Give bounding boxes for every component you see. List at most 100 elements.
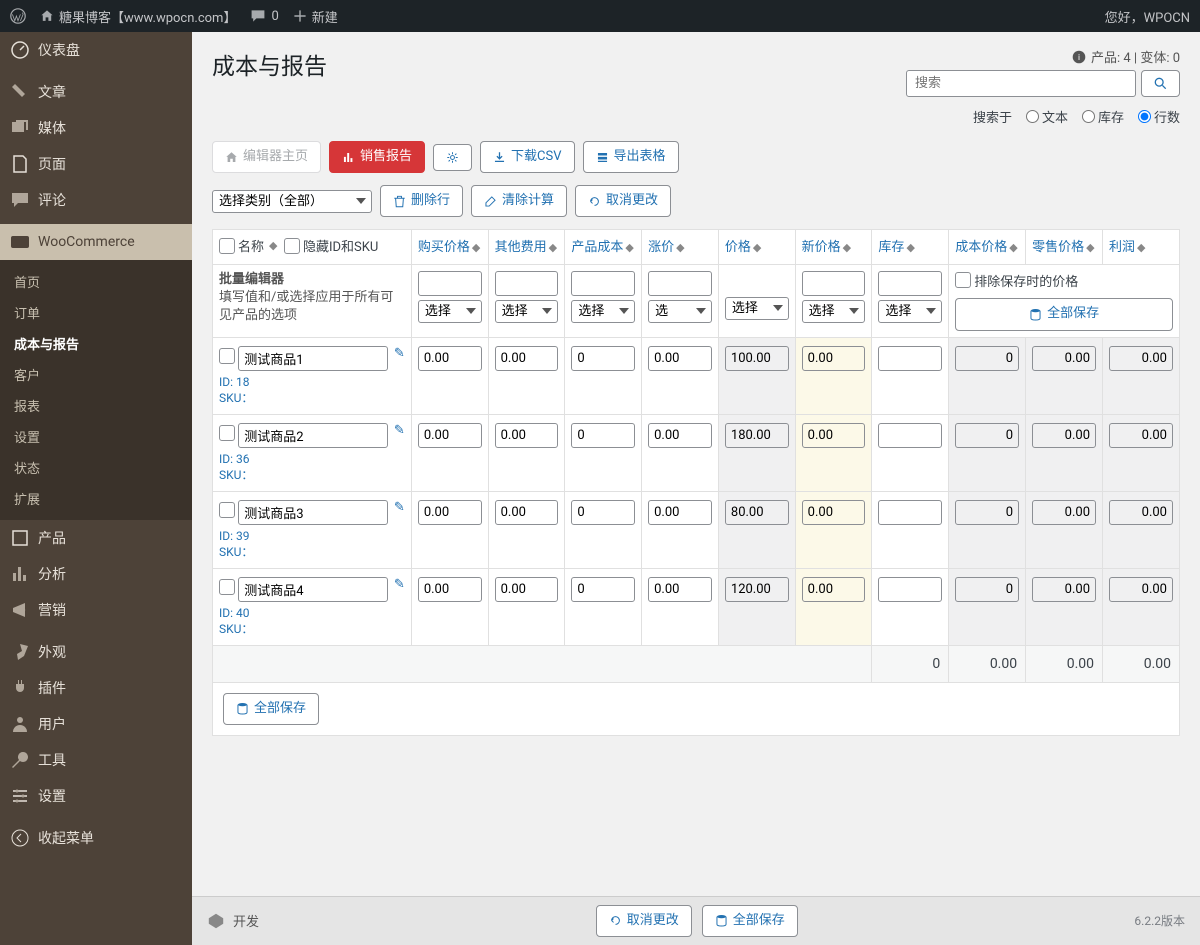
settings-button[interactable]: [433, 144, 472, 171]
site-link[interactable]: 糖果博客【www.wpocn.com】: [40, 7, 236, 26]
markup-input[interactable]: [648, 500, 712, 525]
price-input[interactable]: [725, 346, 789, 371]
sales-report-button[interactable]: 销售报告: [329, 141, 425, 173]
th-profit[interactable]: 利润◆: [1103, 230, 1180, 265]
sidebar-products[interactable]: 产品: [0, 520, 192, 556]
new-price-input[interactable]: [802, 577, 866, 602]
comments-link[interactable]: 0: [250, 8, 278, 24]
stock-input[interactable]: [878, 500, 942, 525]
th-stock[interactable]: 库存◆: [872, 230, 949, 265]
th-purchase-price[interactable]: 购买价格◆: [411, 230, 488, 265]
other-cost-input[interactable]: [495, 346, 559, 371]
sidebar-woocommerce[interactable]: WooCommerce: [0, 224, 192, 260]
new-link[interactable]: 新建: [293, 7, 338, 26]
editor-home-button[interactable]: 编辑器主页: [212, 141, 321, 173]
sidebar-users[interactable]: 用户: [0, 706, 192, 742]
sidebar-comments[interactable]: 评论: [0, 182, 192, 218]
footer-save-all-button[interactable]: 全部保存: [223, 693, 319, 725]
woo-cost-reports[interactable]: 成本与报告: [0, 328, 192, 359]
woo-status[interactable]: 状态: [0, 452, 192, 483]
product-name-input[interactable]: [238, 577, 388, 602]
woo-reports[interactable]: 报表: [0, 390, 192, 421]
new-price-input[interactable]: [802, 423, 866, 448]
product-cost-input[interactable]: [571, 346, 635, 371]
bulk-other-input[interactable]: [495, 271, 559, 296]
radio-text[interactable]: 文本: [1026, 107, 1068, 126]
bulk-markup-select[interactable]: 选: [648, 300, 712, 323]
bulk-newprice-select[interactable]: 选择: [802, 300, 866, 323]
bulk-other-select[interactable]: 选择: [495, 300, 559, 323]
export-table-button[interactable]: 导出表格: [583, 141, 679, 173]
clear-calc-button[interactable]: 清除计算: [471, 185, 567, 217]
product-cost-input[interactable]: [571, 423, 635, 448]
price-input[interactable]: [725, 577, 789, 602]
markup-input[interactable]: [648, 346, 712, 371]
row-check[interactable]: [219, 579, 235, 595]
sidebar-dashboard[interactable]: 仪表盘: [0, 32, 192, 68]
bulk-stock-input[interactable]: [878, 271, 942, 296]
product-name-input[interactable]: [238, 423, 388, 448]
bulk-markup-input[interactable]: [648, 271, 712, 296]
markup-input[interactable]: [648, 577, 712, 602]
woo-customers[interactable]: 客户: [0, 359, 192, 390]
edit-icon[interactable]: ✎: [394, 346, 405, 361]
sidebar-settings[interactable]: 设置: [0, 778, 192, 814]
bulk-purchase-select[interactable]: 选择: [418, 300, 482, 323]
other-cost-input[interactable]: [495, 577, 559, 602]
product-cost-input[interactable]: [571, 577, 635, 602]
woo-orders[interactable]: 订单: [0, 297, 192, 328]
product-name-input[interactable]: [238, 346, 388, 371]
bulk-cost-input[interactable]: [571, 271, 635, 296]
price-input[interactable]: [725, 423, 789, 448]
radio-rows[interactable]: 行数: [1138, 107, 1180, 126]
sidebar-posts[interactable]: 文章: [0, 74, 192, 110]
new-price-input[interactable]: [802, 500, 866, 525]
th-markup[interactable]: 涨价◆: [642, 230, 719, 265]
sidebar-collapse[interactable]: 收起菜单: [0, 820, 192, 856]
th-other-cost[interactable]: 其他费用◆: [488, 230, 565, 265]
download-csv-button[interactable]: 下载CSV: [480, 141, 574, 173]
exclude-saved-price-check[interactable]: 排除保存时的价格: [955, 271, 1078, 290]
search-button[interactable]: [1141, 70, 1180, 97]
header-hide-id-sku[interactable]: 隐藏ID和SKU: [284, 236, 378, 255]
th-new-price[interactable]: 新价格◆: [795, 230, 872, 265]
bottom-undo-button[interactable]: 取消更改: [596, 905, 692, 937]
markup-input[interactable]: [648, 423, 712, 448]
sidebar-tools[interactable]: 工具: [0, 742, 192, 778]
sidebar-pages[interactable]: 页面: [0, 146, 192, 182]
sidebar-marketing[interactable]: 营销: [0, 592, 192, 628]
row-check[interactable]: [219, 348, 235, 364]
other-cost-input[interactable]: [495, 500, 559, 525]
th-retail-price[interactable]: 零售价格◆: [1026, 230, 1103, 265]
header-name-check[interactable]: 名称◆: [219, 236, 277, 255]
woo-settings[interactable]: 设置: [0, 421, 192, 452]
stock-input[interactable]: [878, 577, 942, 602]
bulk-newprice-input[interactable]: [802, 271, 866, 296]
sidebar-appearance[interactable]: 外观: [0, 634, 192, 670]
delete-rows-button[interactable]: 删除行: [380, 185, 463, 217]
stock-input[interactable]: [878, 346, 942, 371]
bulk-save-all-button[interactable]: 全部保存: [955, 298, 1173, 330]
bottom-save-all-button[interactable]: 全部保存: [702, 905, 798, 937]
radio-stock[interactable]: 库存: [1082, 107, 1124, 126]
product-cost-input[interactable]: [571, 500, 635, 525]
sidebar-plugins[interactable]: 插件: [0, 670, 192, 706]
bulk-price-select[interactable]: 选择: [725, 297, 789, 320]
th-product-cost[interactable]: 产品成本◆: [565, 230, 642, 265]
purchase-input[interactable]: [418, 423, 482, 448]
category-select[interactable]: 选择类别（全部）: [212, 190, 372, 213]
other-cost-input[interactable]: [495, 423, 559, 448]
edit-icon[interactable]: ✎: [394, 500, 405, 515]
price-input[interactable]: [725, 500, 789, 525]
product-name-input[interactable]: [238, 500, 388, 525]
purchase-input[interactable]: [418, 577, 482, 602]
sidebar-analytics[interactable]: 分析: [0, 556, 192, 592]
sidebar-media[interactable]: 媒体: [0, 110, 192, 146]
woo-extensions[interactable]: 扩展: [0, 483, 192, 514]
edit-icon[interactable]: ✎: [394, 423, 405, 438]
edit-icon[interactable]: ✎: [394, 577, 405, 592]
undo-button[interactable]: 取消更改: [575, 185, 671, 217]
woo-home[interactable]: 首页: [0, 266, 192, 297]
stock-input[interactable]: [878, 423, 942, 448]
wp-logo[interactable]: [10, 8, 26, 24]
